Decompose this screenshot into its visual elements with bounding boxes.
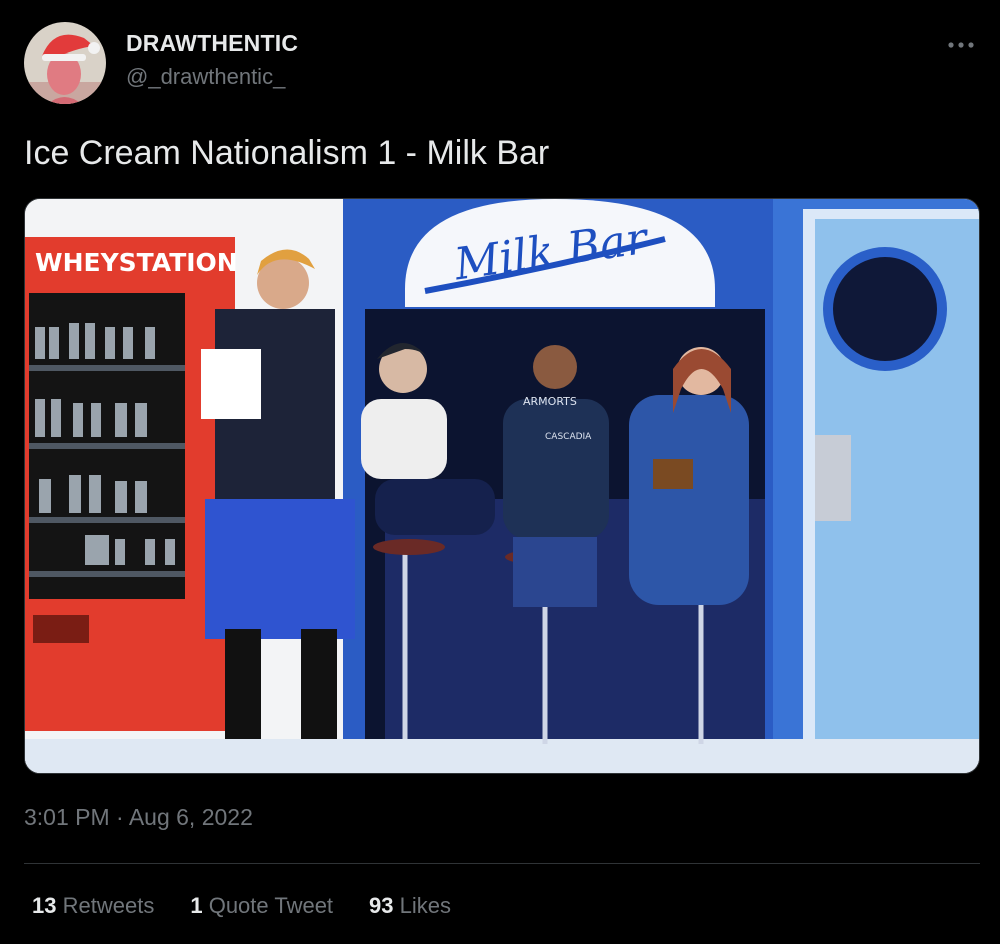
quote-tweets-count: 1 [190, 893, 203, 918]
cascadia-apron-text: CASCADIA [545, 432, 592, 442]
retweets-label: Retweets [62, 893, 155, 918]
author-handle[interactable]: @_drawthentic_ [126, 64, 285, 90]
wheystation-sign: WHEYSTATION [35, 248, 238, 277]
likes-count: 93 [369, 893, 394, 918]
likes-label: Likes [399, 893, 452, 918]
tweet-text: Ice Cream Nationalism 1 - Milk Bar [24, 134, 550, 172]
more-options-button[interactable] [944, 30, 978, 60]
milk-bar-illustration: Milk Bar WHEYSTATION ARMORTS CASCADIA [25, 199, 979, 773]
divider [24, 863, 980, 864]
quote-tweets-label: Quote Tweet [208, 893, 334, 918]
armorts-jacket-text: ARMORTS [523, 395, 577, 408]
tweet-timestamp[interactable]: 3:01 PM · Aug 6, 2022 [24, 804, 253, 831]
quote-tweets-stat[interactable]: 1 Quote Tweet [190, 893, 333, 919]
avatar-image [24, 22, 106, 104]
author-avatar[interactable] [24, 22, 106, 104]
retweets-stat[interactable]: 13 Retweets [32, 893, 154, 919]
tweet-media-image[interactable]: Milk Bar WHEYSTATION ARMORTS CASCADIA [24, 198, 980, 774]
author-display-name[interactable]: DRAWTHENTIC [126, 30, 298, 57]
likes-stat[interactable]: 93 Likes [369, 893, 451, 919]
more-horizontal-icon [948, 42, 974, 48]
engagement-stats: 13 Retweets 1 Quote Tweet 93 Likes [32, 893, 451, 919]
retweets-count: 13 [32, 893, 57, 918]
